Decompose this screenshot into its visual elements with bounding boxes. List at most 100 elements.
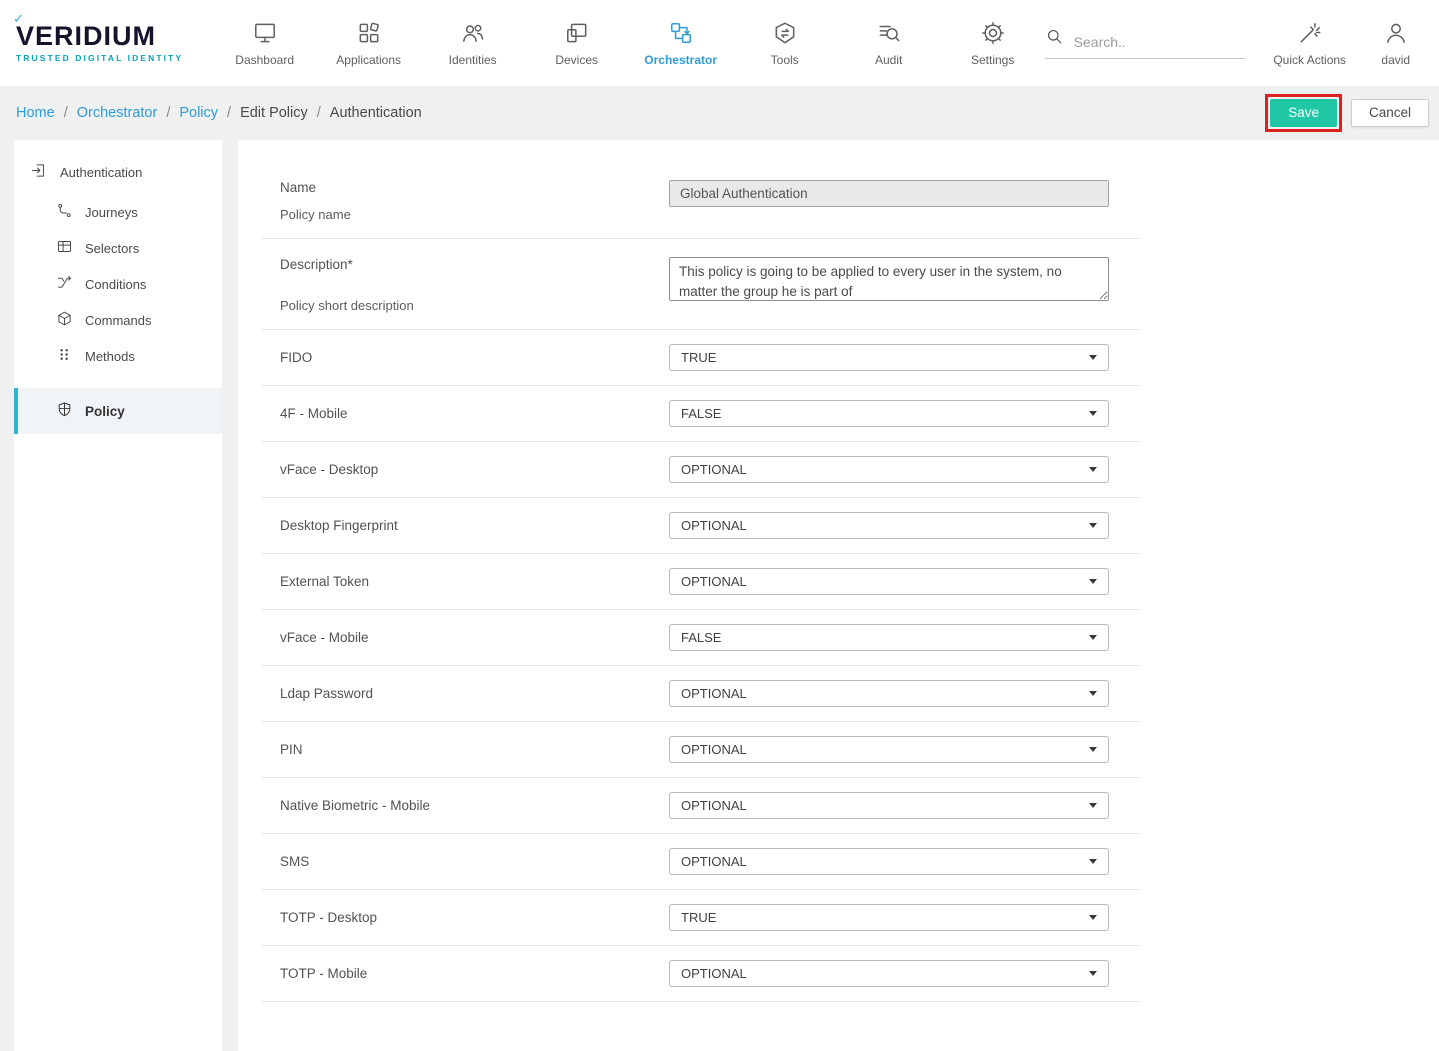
nav-applications[interactable]: Applications <box>317 19 421 67</box>
breadcrumb-authentication: Authentication <box>330 105 422 121</box>
ldap-password-label: Ldap Password <box>280 686 669 701</box>
breadcrumb-policy[interactable]: Policy <box>179 105 218 121</box>
sms-select[interactable]: OPTIONAL <box>669 848 1109 875</box>
chevron-down-icon <box>1089 915 1097 920</box>
veridium-logo[interactable]: VERIDIUM TRUSTED DIGITAL IDENTITY <box>16 23 213 63</box>
sidebar-item-selectors[interactable]: Selectors <box>14 230 222 266</box>
pin-select[interactable]: OPTIONAL <box>669 736 1109 763</box>
breadcrumb: Home / Orchestrator / Policy / Edit Poli… <box>16 105 422 121</box>
name-field-row: Name Policy name <box>262 162 1140 239</box>
page-content: Authentication Journeys Selectors Condit… <box>0 140 1439 1051</box>
chevron-down-icon <box>1089 747 1097 752</box>
desktop-fingerprint-select[interactable]: OPTIONAL <box>669 512 1109 539</box>
user-menu[interactable]: david <box>1370 19 1421 67</box>
select-value: OPTIONAL <box>681 798 747 813</box>
select-value: OPTIONAL <box>681 854 747 869</box>
breadcrumb-home[interactable]: Home <box>16 105 55 121</box>
sidebar-header-authentication[interactable]: Authentication <box>14 150 222 194</box>
login-arrow-icon <box>30 162 47 182</box>
totp-mobile-select[interactable]: OPTIONAL <box>669 960 1109 987</box>
nav-identities[interactable]: Identities <box>421 19 525 67</box>
select-value: TRUE <box>681 350 716 365</box>
nav-label: Orchestrator <box>644 53 717 67</box>
save-button[interactable]: Save <box>1270 99 1337 127</box>
ldap-password-select[interactable]: OPTIONAL <box>669 680 1109 707</box>
nav-orchestrator[interactable]: Orchestrator <box>629 19 733 67</box>
tools-icon <box>772 19 798 46</box>
logo-text: VERIDIUM <box>16 21 156 51</box>
external-token-label: External Token <box>280 574 669 589</box>
nav-label: Audit <box>875 53 902 67</box>
nav-tools[interactable]: Tools <box>733 19 837 67</box>
sidebar-header-label: Authentication <box>60 165 142 180</box>
vface-desktop-select[interactable]: OPTIONAL <box>669 456 1109 483</box>
name-input[interactable] <box>669 180 1109 207</box>
vface-mobile-select[interactable]: FALSE <box>669 624 1109 651</box>
name-hint: Policy name <box>280 207 669 222</box>
breadcrumb-separator: / <box>64 105 68 121</box>
sidebar-item-journeys[interactable]: Journeys <box>14 194 222 230</box>
dots-grid-icon <box>56 346 73 366</box>
sms-field-row: SMS OPTIONAL <box>262 834 1140 890</box>
nav-settings[interactable]: Settings <box>941 19 1045 67</box>
select-value: OPTIONAL <box>681 518 747 533</box>
dashboard-icon <box>252 19 278 46</box>
nav-label: Dashboard <box>235 53 294 67</box>
sidebar-item-commands[interactable]: Commands <box>14 302 222 338</box>
search-input[interactable] <box>1072 33 1245 51</box>
breadcrumb-orchestrator[interactable]: Orchestrator <box>77 105 158 121</box>
save-highlight-annotation: Save <box>1265 94 1342 132</box>
description-field-row: Description* Policy short description Th… <box>262 239 1140 330</box>
chevron-down-icon <box>1089 691 1097 696</box>
select-value: FALSE <box>681 630 721 645</box>
ldap-password-field-row: Ldap Password OPTIONAL <box>262 666 1140 722</box>
fido-select[interactable]: TRUE <box>669 344 1109 371</box>
quick-actions-label: Quick Actions <box>1273 53 1346 67</box>
nav-label: Identities <box>449 53 497 67</box>
select-value: OPTIONAL <box>681 574 747 589</box>
description-textarea[interactable]: This policy is going to be applied to ev… <box>669 257 1109 301</box>
chevron-down-icon <box>1089 355 1097 360</box>
sidebar-item-conditions[interactable]: Conditions <box>14 266 222 302</box>
chevron-down-icon <box>1089 971 1097 976</box>
select-value: OPTIONAL <box>681 966 747 981</box>
4f-mobile-select[interactable]: FALSE <box>669 400 1109 427</box>
breadcrumb-edit-policy: Edit Policy <box>240 105 308 121</box>
sidebar-item-label: Conditions <box>85 277 146 292</box>
breadcrumb-separator: / <box>166 105 170 121</box>
external-token-select[interactable]: OPTIONAL <box>669 568 1109 595</box>
applications-icon <box>356 19 382 46</box>
select-value: FALSE <box>681 406 721 421</box>
search-icon <box>1045 27 1064 51</box>
branch-icon <box>56 274 73 294</box>
sidebar-item-policy-active[interactable]: Policy <box>14 388 222 434</box>
table-icon <box>56 238 73 258</box>
nav-dashboard[interactable]: Dashboard <box>213 19 317 67</box>
nav-label: Applications <box>336 53 401 67</box>
sidebar-item-methods[interactable]: Methods <box>14 338 222 374</box>
nav-devices[interactable]: Devices <box>525 19 629 67</box>
breadcrumb-bar: Home / Orchestrator / Policy / Edit Poli… <box>0 86 1439 140</box>
select-value: OPTIONAL <box>681 686 747 701</box>
4f-mobile-label: 4F - Mobile <box>280 406 669 421</box>
description-label: Description* <box>280 257 669 272</box>
identities-icon <box>460 19 486 46</box>
vface-desktop-label: vFace - Desktop <box>280 462 669 477</box>
fido-field-row: FIDO TRUE <box>262 330 1140 386</box>
sms-label: SMS <box>280 854 669 869</box>
quick-actions-button[interactable]: Quick Actions <box>1271 19 1349 67</box>
sidebar-item-label: Selectors <box>85 241 139 256</box>
totp-desktop-label: TOTP - Desktop <box>280 910 669 925</box>
user-avatar-icon <box>1383 19 1409 46</box>
cancel-button[interactable]: Cancel <box>1351 99 1429 127</box>
description-hint: Policy short description <box>280 298 669 313</box>
totp-desktop-select[interactable]: TRUE <box>669 904 1109 931</box>
vface-mobile-field-row: vFace - Mobile FALSE <box>262 610 1140 666</box>
top-navigation-bar: VERIDIUM TRUSTED DIGITAL IDENTITY Dashbo… <box>0 0 1439 86</box>
desktop-fingerprint-field-row: Desktop Fingerprint OPTIONAL <box>262 498 1140 554</box>
nav-audit[interactable]: Audit <box>837 19 941 67</box>
totp-mobile-label: TOTP - Mobile <box>280 966 669 981</box>
chevron-down-icon <box>1089 859 1097 864</box>
native-biometric-mobile-select[interactable]: OPTIONAL <box>669 792 1109 819</box>
chevron-down-icon <box>1089 523 1097 528</box>
